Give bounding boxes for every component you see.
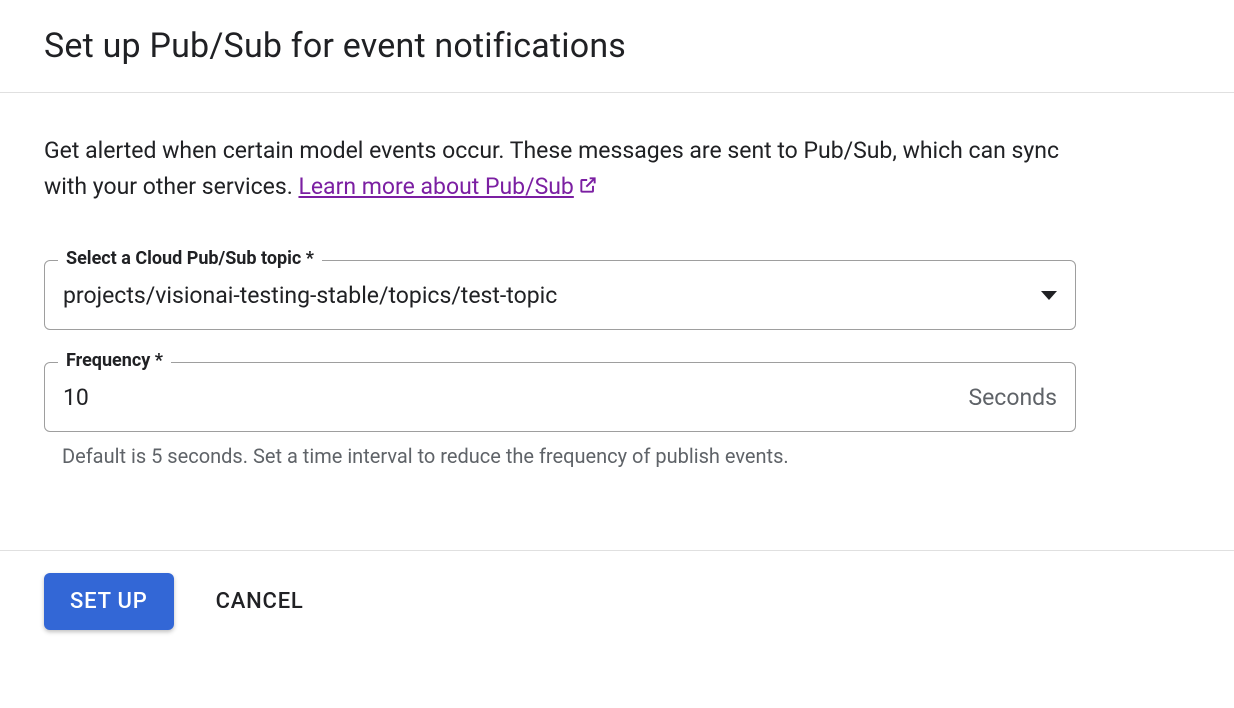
- dialog-header: Set up Pub/Sub for event notifications: [0, 0, 1234, 92]
- topic-field-label: Select a Cloud Pub/Sub topic *: [58, 248, 322, 269]
- frequency-suffix: Seconds: [968, 384, 1057, 411]
- frequency-hint: Default is 5 seconds. Set a time interva…: [44, 444, 1076, 468]
- topic-select[interactable]: projects/visionai-testing-stable/topics/…: [44, 260, 1076, 330]
- frequency-field: Frequency * Seconds Default is 5 seconds…: [44, 362, 1076, 468]
- dialog-content: Get alerted when certain model events oc…: [0, 93, 1120, 550]
- chevron-down-icon: [1041, 291, 1057, 300]
- topic-select-value: projects/visionai-testing-stable/topics/…: [63, 282, 1041, 309]
- frequency-input[interactable]: [63, 384, 968, 411]
- intro-text: Get alerted when certain model events oc…: [44, 133, 1076, 205]
- topic-field: Select a Cloud Pub/Sub topic * projects/…: [44, 260, 1076, 330]
- frequency-input-box: Seconds: [44, 362, 1076, 432]
- external-link-icon: [578, 170, 598, 206]
- dialog-footer: Set up Cancel: [0, 551, 1234, 652]
- cancel-button[interactable]: Cancel: [204, 573, 316, 630]
- learn-more-link[interactable]: Learn more about Pub/Sub: [298, 173, 597, 200]
- setup-button[interactable]: Set up: [44, 573, 174, 630]
- learn-more-link-text: Learn more about Pub/Sub: [298, 173, 573, 200]
- frequency-field-label: Frequency *: [58, 350, 171, 371]
- dialog-title: Set up Pub/Sub for event notifications: [44, 26, 1190, 66]
